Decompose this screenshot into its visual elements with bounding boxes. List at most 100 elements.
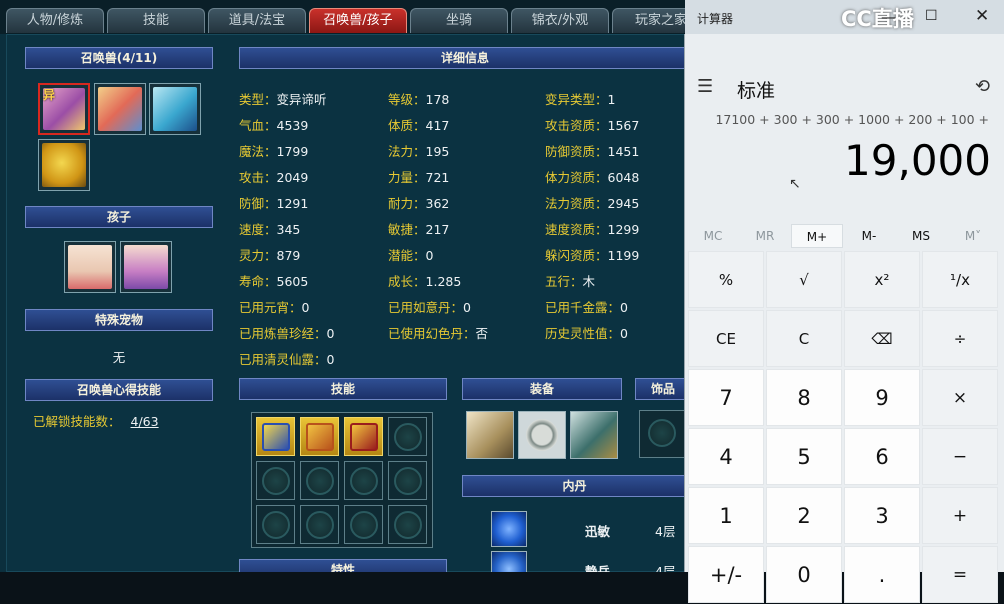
detail-value: 变异谛听 <box>276 92 327 107</box>
calculator-title: 计算器 <box>697 12 734 26</box>
close-icon[interactable]: ✕ <box>975 6 989 26</box>
detail-label: 类型： <box>239 92 277 107</box>
maximize-icon[interactable]: ☐ <box>925 8 938 24</box>
empty-skill-slot[interactable] <box>388 505 427 544</box>
child-portrait <box>68 245 112 289</box>
detail-field: 潜能：0 <box>388 245 433 264</box>
calc-key[interactable]: 5 <box>766 428 842 485</box>
calc-key[interactable]: 0 <box>766 546 842 603</box>
detail-label: 敏捷： <box>388 222 426 237</box>
detail-value: 721 <box>425 170 450 185</box>
neidan-icon[interactable] <box>491 511 527 547</box>
detail-field: 灵力：879 <box>239 245 300 264</box>
detail-label: 魔法： <box>239 144 277 159</box>
memory-button[interactable]: M+ <box>791 224 843 248</box>
traits-header: 特性 <box>239 559 447 572</box>
calc-key[interactable]: 7 <box>688 369 764 426</box>
pet-slot-1[interactable]: 异 <box>38 83 90 135</box>
empty-skill-slot[interactable] <box>256 461 295 500</box>
calc-key[interactable]: ⌫ <box>844 310 920 367</box>
tab-character[interactable]: 人物/修炼 <box>6 8 104 33</box>
memory-button[interactable]: MC <box>687 224 739 248</box>
detail-value: 2049 <box>276 170 309 185</box>
pet-slot-2[interactable] <box>94 83 146 135</box>
child-portrait <box>124 245 168 289</box>
expression-display: 17100 + 300 + 300 + 1000 + 200 + 100 + <box>715 112 989 127</box>
empty-skill-slot[interactable] <box>256 505 295 544</box>
calc-key[interactable]: = <box>922 546 998 603</box>
detail-label: 气血： <box>239 118 277 133</box>
detail-field: 攻击：2049 <box>239 167 308 186</box>
skill-slot[interactable] <box>256 417 295 456</box>
calc-key[interactable]: 4 <box>688 428 764 485</box>
detail-value: 4539 <box>276 118 309 133</box>
calc-key[interactable]: ¹/x <box>922 251 998 308</box>
empty-skill-slot[interactable] <box>388 461 427 500</box>
empty-skill-slot[interactable] <box>300 461 339 500</box>
calc-key[interactable]: 8 <box>766 369 842 426</box>
neidan-name: 迅敏 <box>585 524 611 539</box>
detail-value: 5605 <box>276 274 309 289</box>
empty-skill-slot[interactable] <box>344 505 383 544</box>
empty-skill-slot[interactable] <box>388 417 427 456</box>
detail-field: 力量：721 <box>388 167 449 186</box>
tab-items[interactable]: 道具/法宝 <box>208 8 306 33</box>
detail-value: 1451 <box>607 144 640 159</box>
unlocked-skills: 已解锁技能数： 4/63 <box>33 411 159 430</box>
calc-key[interactable]: ÷ <box>922 310 998 367</box>
pet-slot-4[interactable] <box>38 139 90 191</box>
empty-skill-slot[interactable] <box>344 461 383 500</box>
detail-value: 178 <box>425 92 450 107</box>
empty-slot-icon <box>394 511 422 539</box>
history-icon[interactable]: ⟲ <box>975 76 990 97</box>
unlocked-value[interactable]: 4/63 <box>131 414 159 429</box>
accessory-slot[interactable] <box>639 410 685 458</box>
equip-slot-1[interactable] <box>466 411 514 459</box>
detail-field: 气血：4539 <box>239 115 308 134</box>
neidan-level: 4层 <box>655 524 676 539</box>
skills-header: 技能 <box>239 378 447 400</box>
equip-slot-3[interactable] <box>570 411 618 459</box>
menu-icon[interactable]: ☰ <box>697 76 713 97</box>
detail-value: 345 <box>276 222 301 237</box>
memory-button[interactable]: M˅ <box>947 224 999 248</box>
calc-key[interactable]: 1 <box>688 487 764 544</box>
calc-key[interactable]: 6 <box>844 428 920 485</box>
calc-key[interactable]: % <box>688 251 764 308</box>
skill-slot[interactable] <box>300 417 339 456</box>
calc-key[interactable]: + <box>922 487 998 544</box>
calc-key[interactable]: 9 <box>844 369 920 426</box>
child-slot-1[interactable] <box>64 241 116 293</box>
tab-skills[interactable]: 技能 <box>107 8 205 33</box>
calc-key[interactable]: − <box>922 428 998 485</box>
minimize-icon[interactable]: — <box>881 8 896 26</box>
calc-key[interactable]: . <box>844 546 920 603</box>
calc-key[interactable]: √ <box>766 251 842 308</box>
pet-slot-3[interactable] <box>149 83 201 135</box>
calc-key[interactable]: 3 <box>844 487 920 544</box>
equip-slot-2[interactable] <box>518 411 566 459</box>
detail-label: 法力： <box>388 144 426 159</box>
detail-field: 等级：178 <box>388 89 449 108</box>
detail-field: 防御资质：1451 <box>545 141 639 160</box>
calc-key[interactable]: x² <box>844 251 920 308</box>
child-slot-2[interactable] <box>120 241 172 293</box>
pet-portrait <box>153 87 197 131</box>
neidan-icon[interactable] <box>491 551 527 572</box>
detail-value: 417 <box>425 118 450 133</box>
empty-slot-icon <box>350 467 378 495</box>
calc-key[interactable]: 2 <box>766 487 842 544</box>
tab-pets[interactable]: 召唤兽/孩子 <box>309 8 407 33</box>
memory-button[interactable]: M- <box>843 224 895 248</box>
memory-button[interactable]: MR <box>739 224 791 248</box>
calc-key[interactable]: × <box>922 369 998 426</box>
calc-key[interactable]: CE <box>688 310 764 367</box>
calc-key[interactable]: C <box>766 310 842 367</box>
calc-key[interactable]: +/- <box>688 546 764 603</box>
tab-mounts[interactable]: 坐骑 <box>410 8 508 33</box>
empty-skill-slot[interactable] <box>300 505 339 544</box>
skill-slot[interactable] <box>344 417 383 456</box>
detail-value: 195 <box>425 144 450 159</box>
memory-button[interactable]: MS <box>895 224 947 248</box>
tab-outfits[interactable]: 锦衣/外观 <box>511 8 609 33</box>
